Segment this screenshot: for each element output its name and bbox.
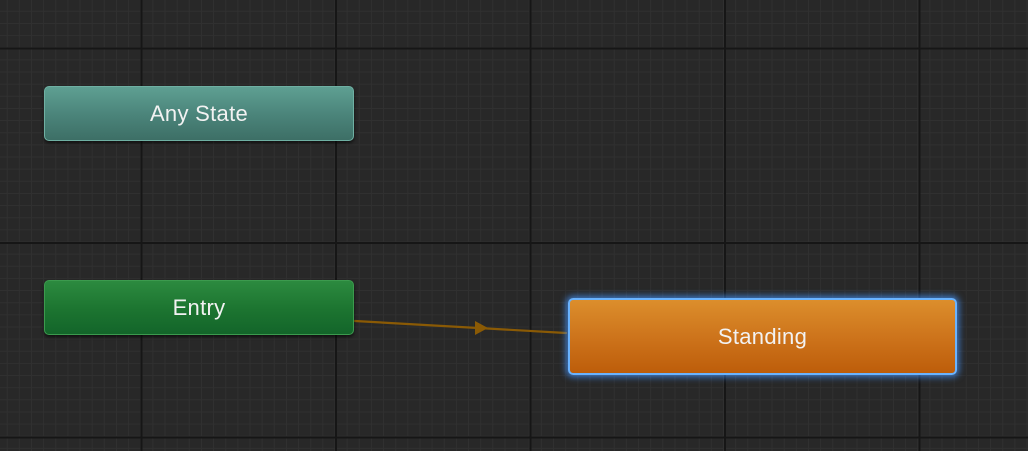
state-label: Entry [172, 294, 226, 320]
state-machine-graph[interactable]: Any State Entry Standing [0, 0, 1028, 451]
state-node-standing[interactable]: Standing [568, 298, 957, 375]
state-node-any-state[interactable]: Any State [44, 86, 354, 141]
state-node-entry[interactable]: Entry [44, 280, 354, 335]
state-label: Standing [717, 323, 808, 349]
transition-layer [353, 319, 568, 335]
transition-arrow-icon [475, 321, 488, 335]
state-label: Any State [149, 100, 249, 126]
transition-entry-to-standing[interactable] [353, 319, 568, 335]
